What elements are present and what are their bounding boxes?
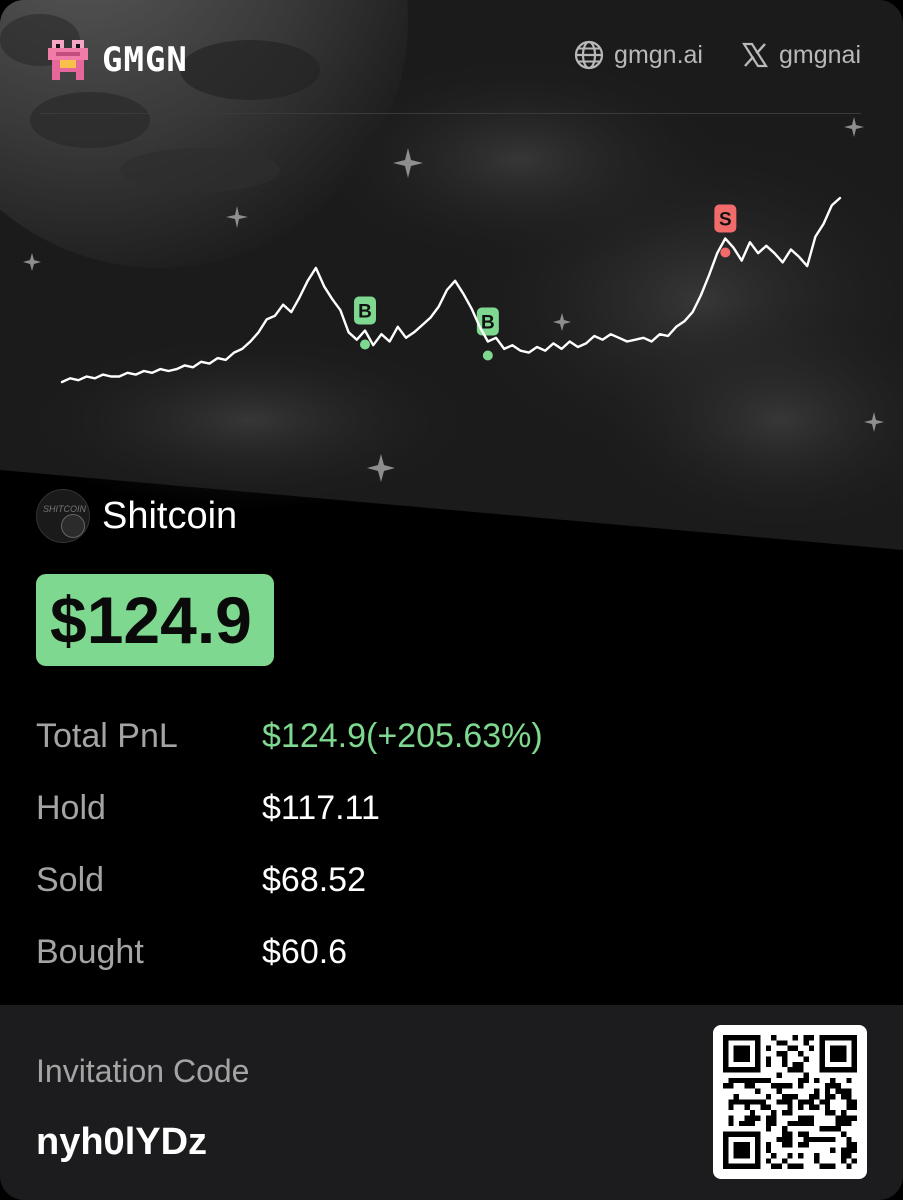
- stat-row-bought: Bought $60.6: [36, 916, 543, 988]
- pnl-amount-badge: $124.9: [36, 574, 274, 666]
- stat-row-total-pnl: Total PnL $124.9(+205.63%): [36, 700, 543, 772]
- buy-marker-label: B: [358, 301, 372, 322]
- token-avatar: SHITCOIN: [36, 489, 90, 543]
- stat-label: Hold: [36, 788, 106, 827]
- token-name: Shitcoin: [102, 494, 238, 537]
- stat-label: Bought: [36, 932, 144, 971]
- stat-label: Sold: [36, 860, 105, 899]
- invitation-footer: Invitation Code nyh0lYDz: [0, 1005, 903, 1200]
- trade-marker-dot: [720, 247, 731, 258]
- stat-row-sold: Sold $68.52: [36, 844, 543, 916]
- price-chart: BBS: [60, 196, 842, 384]
- stats-list: Total PnL $124.9(+205.63%) Hold $117.11 …: [36, 700, 543, 988]
- token-avatar-text: SHITCOIN: [43, 504, 87, 514]
- qr-code-icon: [723, 1035, 857, 1169]
- qr-code[interactable]: [713, 1025, 867, 1179]
- stat-value: $117.11: [262, 788, 380, 827]
- stat-value: $68.52: [262, 860, 366, 899]
- trade-marker-dot: [360, 339, 371, 350]
- solana-chain-icon: [61, 514, 85, 538]
- pnl-share-card: GMGN gmgn.ai gmgnai BBS SHITCOIN Shitcoi…: [0, 0, 903, 1200]
- pnl-amount: $124.9: [50, 583, 252, 657]
- trade-marker-dot: [482, 350, 493, 361]
- stat-label: Total PnL: [36, 716, 178, 755]
- invitation-label: Invitation Code: [36, 1053, 250, 1089]
- token-info: SHITCOIN Shitcoin: [36, 489, 237, 543]
- stat-value: $124.9(+205.63%): [262, 716, 543, 755]
- invitation-code[interactable]: nyh0lYDz: [36, 1121, 207, 1164]
- stat-row-hold: Hold $117.11: [36, 772, 543, 844]
- stat-value: $60.6: [262, 932, 348, 971]
- sell-marker-label: S: [719, 209, 732, 230]
